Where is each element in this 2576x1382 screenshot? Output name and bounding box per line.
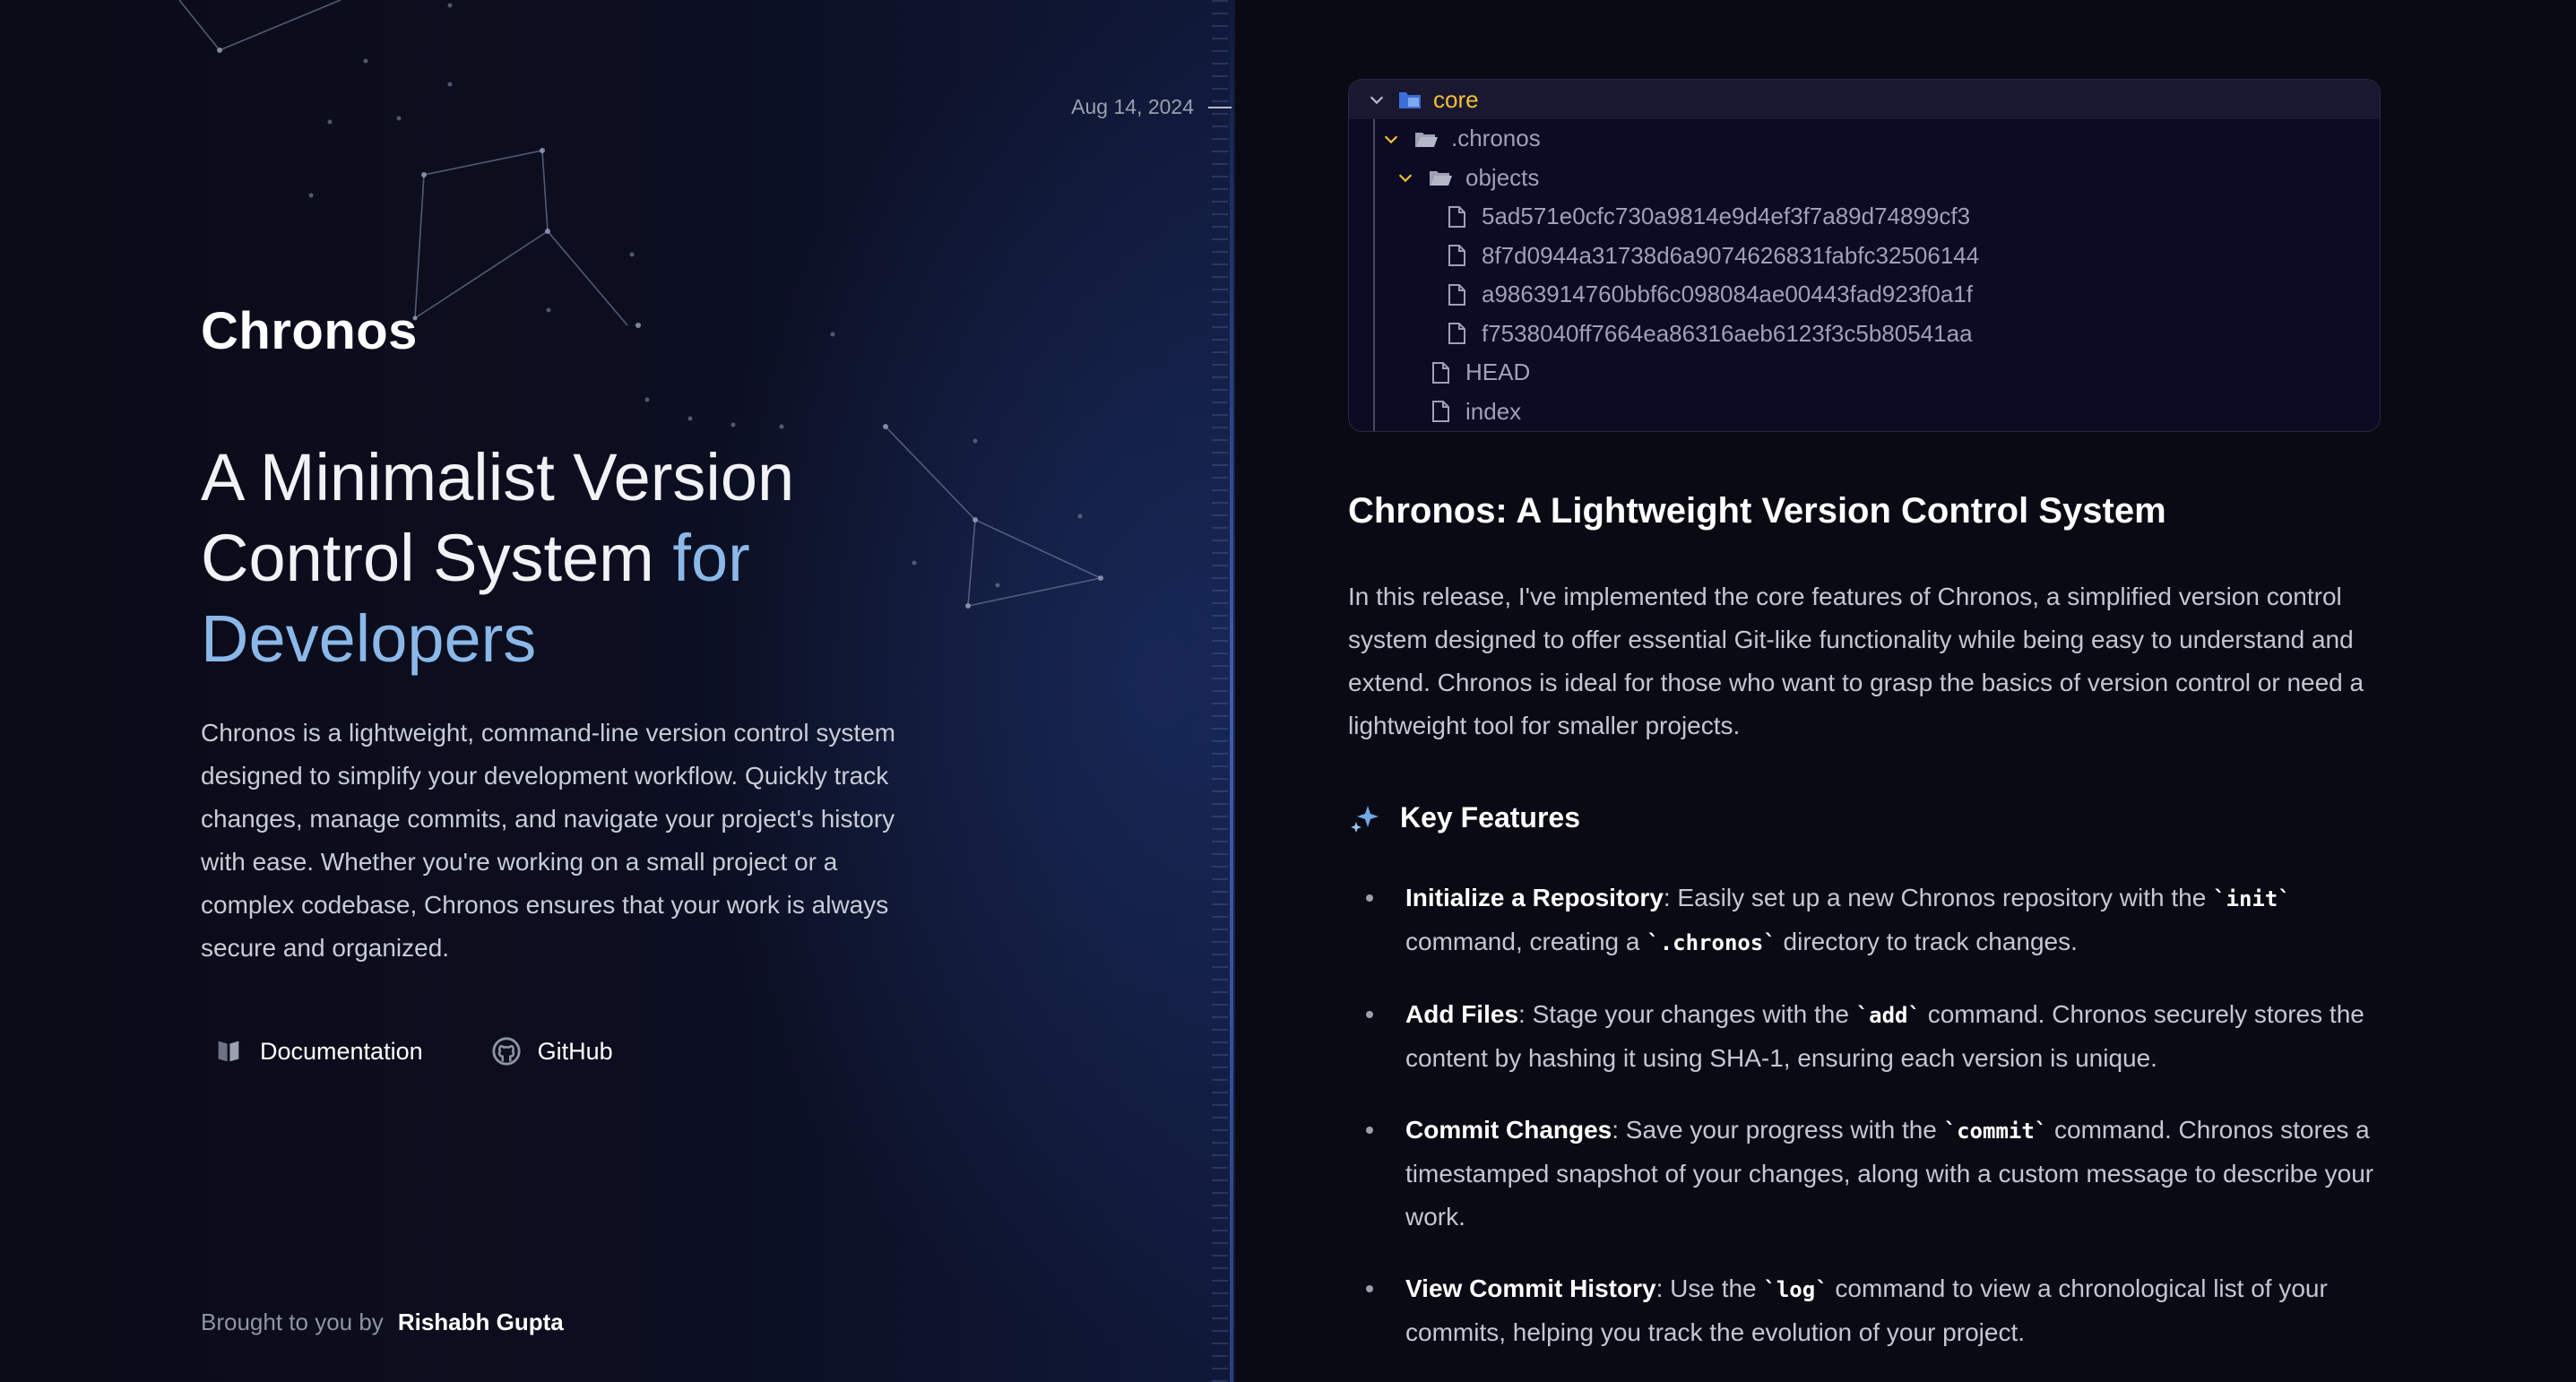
folder-open-icon xyxy=(1415,132,1438,147)
tree-item-label: 5ad571e0cfc730a9814e9d4ef3f7a89d74899cf3 xyxy=(1482,203,1971,230)
feature-text: : Save your progress with the xyxy=(1612,1116,1944,1144)
github-link-label: GitHub xyxy=(537,1037,613,1065)
feature-term: Commit Changes xyxy=(1405,1116,1612,1144)
article-body: In this release, I've implemented the co… xyxy=(1348,583,2364,739)
tree-item-label: .chronos xyxy=(1451,125,1541,152)
documentation-link-label: Documentation xyxy=(260,1037,423,1065)
file-icon xyxy=(1448,205,1465,228)
tree-folder-chronos[interactable]: .chronos xyxy=(1349,119,2380,159)
tree-guide-line xyxy=(1373,119,1375,431)
chevron-down-icon xyxy=(1370,96,1384,105)
inline-code: `add` xyxy=(1855,1003,1921,1028)
tree-file[interactable]: index xyxy=(1349,393,2380,432)
feature-item-add: Add Files: Stage your changes with the `… xyxy=(1348,993,2397,1080)
hero-description: Chronos is a lightweight, command-line v… xyxy=(201,719,895,962)
hero-panel: Aug 14, 2024 Chronos A Minimalist Versio… xyxy=(0,0,1235,1382)
release-notes-panel: core .chronos objects 5ad571e0cfc730a981… xyxy=(1235,0,2576,1382)
file-icon xyxy=(1448,323,1465,345)
file-icon xyxy=(1432,401,1449,423)
features-heading-label: Key Features xyxy=(1400,801,1580,834)
feature-text: directory to track changes. xyxy=(1776,928,2078,955)
features-heading: Key Features xyxy=(1348,801,1580,834)
tree-file[interactable]: 8f7d0944a31738d6a9074626831fabfc32506144 xyxy=(1349,237,2380,276)
feature-item-init: Initialize a Repository: Easily set up a… xyxy=(1348,877,2397,964)
tree-item-label: objects xyxy=(1465,163,1540,191)
timeline-divider xyxy=(1230,0,1233,1382)
inline-code: `init` xyxy=(2213,886,2291,911)
inline-code: `commit` xyxy=(1943,1119,2048,1144)
bullet xyxy=(1366,894,1373,902)
tree-folder-objects[interactable]: objects xyxy=(1349,159,2380,198)
feature-text: : Easily set up a new Chronos repository… xyxy=(1663,884,2214,911)
feature-item-commit: Commit Changes: Save your progress with … xyxy=(1348,1109,2397,1239)
credit-line: Brought to you by Rishabh Gupta xyxy=(201,1309,564,1336)
feature-item-log: View Commit History: Use the `log` comma… xyxy=(1348,1267,2397,1354)
bullet xyxy=(1366,1285,1373,1292)
file-icon xyxy=(1448,245,1465,267)
article-title: Chronos: A Lightweight Version Control S… xyxy=(1348,491,2166,531)
tree-file[interactable]: f7538040ff7664ea86316aeb6123f3c5b80541aa xyxy=(1349,315,2380,354)
github-icon xyxy=(492,1037,521,1066)
github-link[interactable]: GitHub xyxy=(479,1032,626,1070)
hero-links: Documentation GitHub xyxy=(201,1032,626,1070)
chevron-down-icon xyxy=(1384,135,1398,143)
date-tick-mark xyxy=(1208,107,1232,108)
constellation-decoration xyxy=(178,0,1103,609)
credit-prefix: Brought to you by xyxy=(201,1309,384,1335)
author-link[interactable]: Rishabh Gupta xyxy=(398,1309,564,1336)
folder-core-icon xyxy=(1399,92,1421,108)
file-icon xyxy=(1432,361,1449,384)
bullet xyxy=(1366,1011,1373,1018)
brand-title: Chronos xyxy=(201,302,418,360)
chevron-down-icon xyxy=(1398,174,1413,183)
page: Aug 14, 2024 Chronos A Minimalist Versio… xyxy=(0,0,2576,1382)
folder-open-icon xyxy=(1430,171,1452,186)
book-icon xyxy=(218,1041,239,1062)
feature-term: Initialize a Repository xyxy=(1405,884,1664,911)
feature-list: Initialize a Repository: Easily set up a… xyxy=(1348,877,2397,1382)
tree-file[interactable]: a9863914760bbf6c098084ae00443fad923f0a1f xyxy=(1349,275,2380,315)
tree-item-label: a9863914760bbf6c098084ae00443fad923f0a1f xyxy=(1482,281,1973,308)
documentation-link[interactable]: Documentation xyxy=(201,1032,436,1070)
sparkles-icon xyxy=(1351,805,1379,833)
feature-text: : Stage your changes with the xyxy=(1518,1000,1856,1028)
inline-code: `.chronos` xyxy=(1647,930,1776,955)
inline-code: `log` xyxy=(1763,1277,1828,1302)
feature-term: View Commit History xyxy=(1405,1274,1656,1302)
tree-item-label: HEAD xyxy=(1465,358,1531,386)
release-date: Aug 14, 2024 xyxy=(1071,95,1194,118)
tree-root-row[interactable]: core xyxy=(1349,80,2380,119)
hero-headline: A Minimalist Version Control System for … xyxy=(201,437,972,679)
feature-text: : Use the xyxy=(1655,1274,1764,1302)
feature-term: Add Files xyxy=(1405,1000,1519,1028)
tree-item-label: f7538040ff7664ea86316aeb6123f3c5b80541aa xyxy=(1482,319,1973,347)
bullet xyxy=(1366,1127,1373,1134)
tree-item-label: 8f7d0944a31738d6a9074626831fabfc32506144 xyxy=(1482,241,1980,269)
tree-item-label: index xyxy=(1465,397,1522,425)
file-icon xyxy=(1448,283,1465,306)
tree-file[interactable]: 5ad571e0cfc730a9814e9d4ef3f7a89d74899cf3 xyxy=(1349,197,2380,237)
tree-file[interactable]: HEAD xyxy=(1349,353,2380,393)
file-tree: core .chronos objects 5ad571e0cfc730a981… xyxy=(1348,79,2381,432)
feature-text: command, creating a xyxy=(1405,928,1647,955)
tree-root-label: core xyxy=(1433,85,1479,113)
timeline-ruler xyxy=(1212,0,1228,1382)
